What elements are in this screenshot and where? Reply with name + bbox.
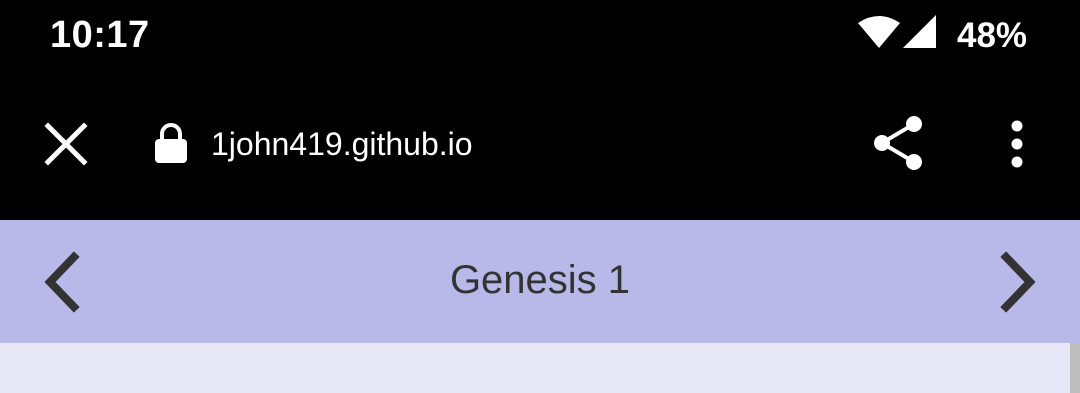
content-area: [0, 343, 1080, 393]
chapter-title: Genesis 1: [449, 258, 631, 302]
url-text[interactable]: 1john419.github.io: [211, 126, 473, 163]
battery-percent: 48%: [957, 16, 1028, 55]
more-vert-icon[interactable]: [992, 118, 1042, 170]
scrollbar[interactable]: [1070, 343, 1080, 393]
chevron-right-icon[interactable]: [992, 251, 1042, 313]
signal-icon: [903, 15, 936, 48]
status-time: 10:17: [50, 14, 150, 56]
browser-toolbar: 1john419.github.io: [0, 70, 1080, 220]
status-bar: 10:17 48%: [0, 0, 1080, 70]
chapter-nav-bar: Genesis 1: [0, 220, 1080, 343]
lock-icon: [155, 123, 187, 163]
close-icon[interactable]: [36, 114, 96, 174]
share-icon[interactable]: [868, 112, 930, 174]
wifi-icon: [858, 16, 900, 48]
